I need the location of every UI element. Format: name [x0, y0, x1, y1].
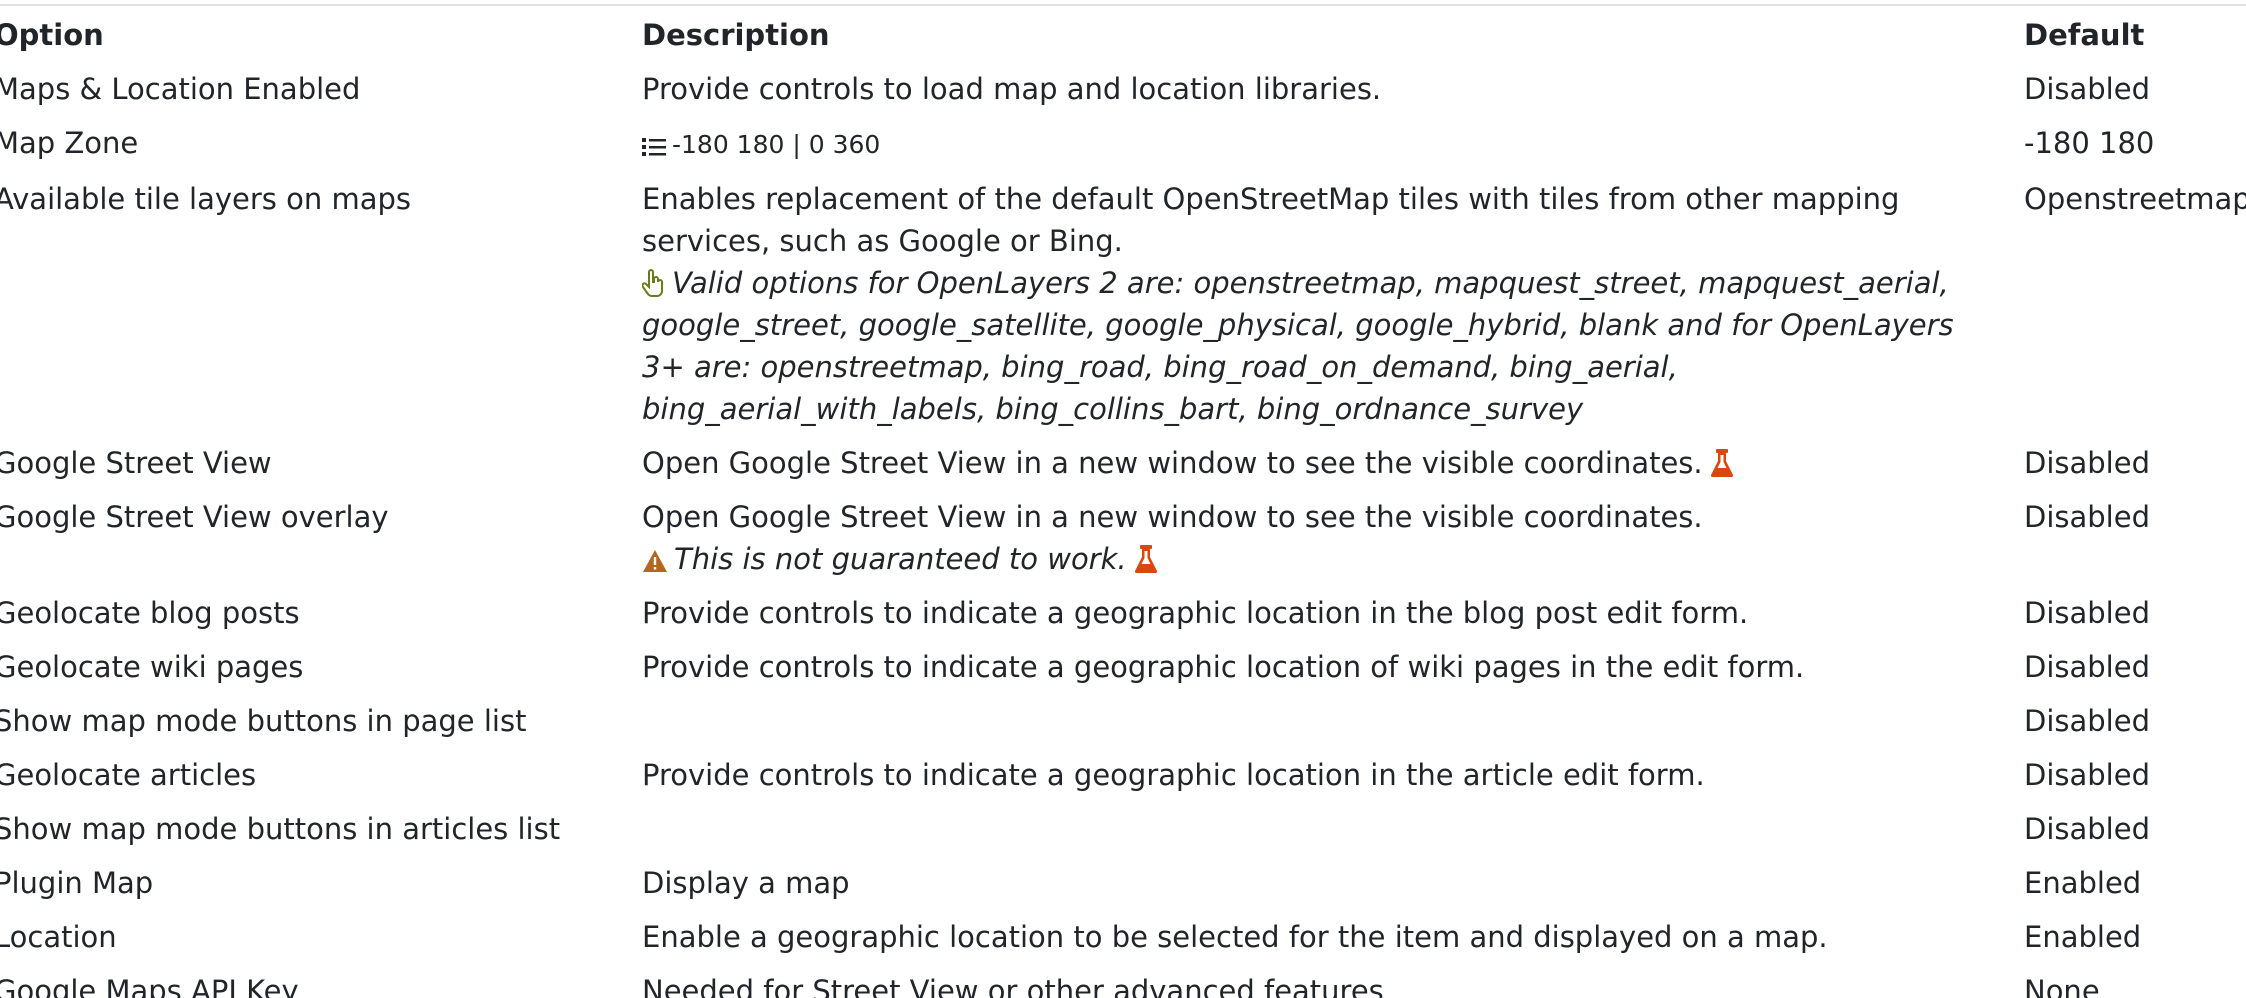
option-default: Disabled — [2024, 650, 2150, 684]
flask-icon — [1710, 449, 1733, 477]
table-row: Geolocate blog posts Provide controls to… — [0, 586, 2246, 640]
option-description: Display a map — [642, 866, 850, 900]
option-description: Provide controls to load map and locatio… — [642, 72, 1382, 106]
option-label: Google Street View — [0, 446, 272, 480]
option-label: Available tile layers on maps — [0, 182, 411, 216]
list-icon — [642, 137, 666, 157]
table-row: Geolocate wiki pages Provide controls to… — [0, 640, 2246, 694]
table-row: Show map mode buttons in page list Disab… — [0, 694, 2246, 748]
table-row: Maps & Location Enabled Provide controls… — [0, 62, 2246, 116]
option-description-cell: Enables replacement of the default OpenS… — [642, 172, 2024, 436]
preferences-table: Option Description Default Maps & Locati… — [0, 8, 2246, 998]
option-description: -180 180 | 0 360 — [672, 130, 881, 159]
option-default: Disabled — [2024, 704, 2150, 738]
table-row: Available tile layers on maps Enables re… — [0, 172, 2246, 436]
option-description: Enable a geographic location to be selec… — [642, 920, 1828, 954]
option-description: Open Google Street View in a new window … — [642, 446, 1703, 480]
option-label: Geolocate wiki pages — [0, 650, 304, 684]
option-description — [642, 802, 2024, 856]
option-description-cell: Open Google Street View in a new window … — [642, 490, 2024, 586]
option-description: Needed for Street View or other advanced… — [642, 974, 1384, 998]
table-row: Map Zone -180 180 | 0 360 -180 180 — [0, 116, 2246, 172]
table-row: Location Enable a geographic location to… — [0, 910, 2246, 964]
option-default: Disabled — [2024, 596, 2150, 630]
option-note-text: This is not guaranteed to work. — [674, 542, 1127, 576]
top-divider — [0, 4, 2246, 6]
option-note: Valid options for OpenLayers 2 are: open… — [642, 262, 1984, 430]
option-default: Disabled — [2024, 758, 2150, 792]
header-option: Option — [0, 18, 104, 52]
option-label: Show map mode buttons in articles list — [0, 812, 561, 846]
table-row: Plugin Map Display a map Enabled — [0, 856, 2246, 910]
option-default: None — [2024, 974, 2100, 998]
option-label: Plugin Map — [0, 866, 154, 900]
table-row: Geolocate articles Provide controls to i… — [0, 748, 2246, 802]
flask-icon — [1134, 545, 1157, 573]
table-row: Google Maps API Key Needed for Street Vi… — [0, 964, 2246, 998]
warning-icon — [642, 549, 668, 573]
option-default: Disabled — [2024, 446, 2150, 480]
header-default: Default — [2024, 18, 2145, 52]
option-description: Enables replacement of the default OpenS… — [642, 182, 1900, 258]
option-label: Geolocate blog posts — [0, 596, 300, 630]
option-description-cell: -180 180 | 0 360 — [642, 116, 2024, 172]
header-description: Description — [642, 18, 830, 52]
option-description: Provide controls to indicate a geographi… — [642, 596, 1749, 630]
option-description-cell: Open Google Street View in a new window … — [642, 436, 2024, 490]
option-default: Disabled — [2024, 812, 2150, 846]
option-default: -180 180 — [2024, 126, 2155, 160]
option-label: Location — [0, 920, 117, 954]
option-label: Geolocate articles — [0, 758, 257, 792]
table-row: Google Street View overlay Open Google S… — [0, 490, 2246, 586]
option-note: This is not guaranteed to work. — [642, 538, 1984, 580]
table-row: Google Street View Open Google Street Vi… — [0, 436, 2246, 490]
option-label: Map Zone — [0, 126, 139, 160]
option-label: Google Maps API Key — [0, 974, 299, 998]
option-description — [642, 694, 2024, 748]
option-default: Enabled — [2024, 920, 2142, 954]
hand-pointer-icon — [642, 269, 666, 297]
option-description: Provide controls to indicate a geographi… — [642, 758, 1705, 792]
option-default: Enabled — [2024, 866, 2142, 900]
option-label: Google Street View overlay — [0, 500, 389, 534]
header-row: Option Description Default — [0, 8, 2246, 62]
option-label: Maps & Location Enabled — [0, 72, 361, 106]
option-note-text: Valid options for OpenLayers 2 are: open… — [642, 266, 1954, 426]
option-default: Openstreetmap — [2024, 182, 2246, 216]
option-default: Disabled — [2024, 500, 2150, 534]
option-description: Provide controls to indicate a geographi… — [642, 650, 1805, 684]
option-label: Show map mode buttons in page list — [0, 704, 527, 738]
option-description: Open Google Street View in a new window … — [642, 500, 1703, 534]
option-default: Disabled — [2024, 72, 2150, 106]
table-row: Show map mode buttons in articles list D… — [0, 802, 2246, 856]
